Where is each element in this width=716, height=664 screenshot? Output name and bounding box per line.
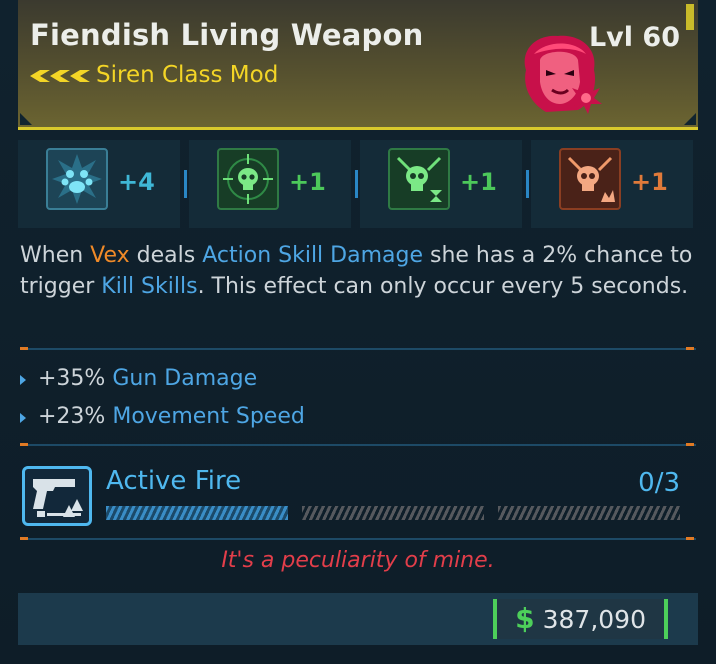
- skill-boost-3[interactable]: +1: [360, 140, 522, 228]
- separator: [355, 170, 358, 198]
- corner-notch-left: [20, 113, 32, 125]
- vex-portrait-icon: [524, 35, 602, 114]
- paw-burst-icon: [52, 154, 102, 204]
- flavor-quote: It's a peculiarity of mine.: [221, 548, 495, 573]
- divider: [20, 444, 696, 446]
- skull-hourglass-icon: [396, 156, 442, 202]
- bullet-arrow-icon: [20, 375, 26, 385]
- stat-name: Movement Speed: [112, 404, 305, 429]
- item-type: Siren Class Mod: [96, 62, 279, 88]
- divider: [20, 348, 696, 350]
- stat-value: +35%: [38, 366, 106, 391]
- stat-line: +35% Gun Damage: [20, 362, 305, 400]
- active-perk-name: Active Fire: [106, 466, 242, 496]
- price-row: $387,090: [18, 593, 698, 645]
- skill-boost-2[interactable]: +1: [189, 140, 351, 228]
- skull-crosshair-icon: [223, 154, 273, 204]
- desc-text: . This effect can only occur every 5 sec…: [197, 274, 689, 299]
- stat-name: Gun Damage: [112, 366, 258, 391]
- desc-text: When: [20, 243, 91, 268]
- skull-flame-icon: [567, 156, 615, 202]
- skill-icon-frame: [388, 148, 450, 210]
- stat-value: +23%: [38, 404, 106, 429]
- desc-text: deals: [129, 243, 203, 268]
- skill-icon-frame: [217, 148, 279, 210]
- desc-keyword: Kill Skills: [101, 274, 198, 299]
- item-description: When Vex deals Action Skill Damage she h…: [20, 240, 700, 302]
- skill-boost-value: +1: [460, 168, 497, 196]
- skill-boost-1[interactable]: +4: [18, 140, 180, 228]
- skill-boost-value: +1: [631, 168, 668, 196]
- active-perk-icon-frame: [22, 466, 92, 526]
- stat-list: +35% Gun Damage +23% Movement Speed: [20, 362, 305, 438]
- active-perk-count: 0/3: [638, 468, 680, 498]
- divider-tick: [686, 537, 694, 540]
- skill-boost-4[interactable]: +1: [531, 140, 693, 228]
- divider-tick: [20, 537, 28, 540]
- price-amount: 387,090: [542, 605, 646, 634]
- separator: [184, 170, 187, 198]
- active-perk[interactable]: Active Fire 0/3: [18, 458, 698, 528]
- progress-segment-2: [302, 506, 484, 520]
- divider-tick: [686, 443, 694, 446]
- divider-tick: [20, 443, 28, 446]
- skill-icon-frame: [46, 148, 108, 210]
- item-name: Fiendish Living Weapon: [30, 18, 424, 52]
- bullet-arrow-icon: [20, 413, 26, 423]
- desc-keyword: Action Skill Damage: [202, 243, 423, 268]
- pistol-icon: [33, 479, 83, 517]
- skill-icon-frame: [559, 148, 621, 210]
- item-header: Fiendish Living Weapon Lvl 60 Siren Clas…: [18, 0, 698, 130]
- skill-boost-value: +1: [289, 168, 326, 196]
- progress-segment-1: [106, 506, 288, 520]
- separator: [526, 170, 529, 198]
- divider: [20, 538, 696, 540]
- corner-marker: [686, 4, 694, 30]
- skill-boost-value: +4: [118, 168, 155, 196]
- stat-line: +23% Movement Speed: [20, 400, 305, 438]
- divider-tick: [686, 347, 694, 350]
- progress-segment-3: [498, 506, 680, 520]
- rarity-chevrons-icon: [30, 70, 90, 82]
- currency-icon: $: [515, 602, 535, 635]
- corner-notch-right: [684, 113, 696, 125]
- skill-boosts-row: +4 +1 +1 +1: [18, 140, 698, 228]
- desc-character: Vex: [90, 243, 130, 268]
- price-tag: $387,090: [493, 599, 668, 639]
- item-card: Fiendish Living Weapon Lvl 60 Siren Clas…: [0, 0, 716, 664]
- divider-tick: [20, 347, 28, 350]
